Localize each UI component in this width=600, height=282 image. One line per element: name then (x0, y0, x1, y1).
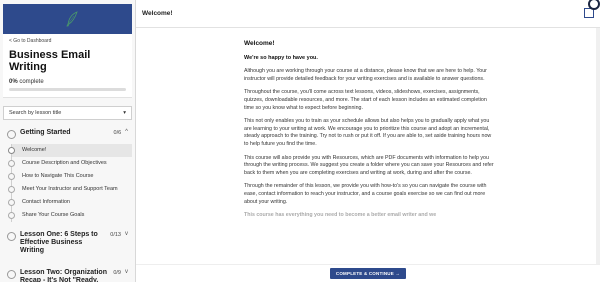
section-header[interactable]: Getting Started 0/6 ^ (3, 124, 132, 144)
section-count: 0/13 (110, 232, 121, 238)
back-link-label: < Go to Dashboard (9, 38, 52, 44)
section-count: 0/6 (113, 130, 122, 136)
section-status-icon (7, 232, 16, 241)
section-header[interactable]: Lesson One: 6 Steps to Effective Busines… (3, 226, 132, 260)
lesson-label: Contact Information (22, 199, 70, 205)
lesson-label: How to Navigate This Course (22, 173, 94, 179)
section-title: Getting Started (20, 129, 71, 136)
lesson-item[interactable]: How to Navigate This Course (8, 170, 132, 183)
content-paragraph: Although you are working through your co… (244, 68, 487, 82)
lesson-label: Welcome! (22, 147, 47, 153)
course-title: Business Email Writing (9, 49, 91, 73)
content-paragraph: Through the remainder of this lesson, we… (244, 183, 487, 205)
lesson-main: Welcome! Welcome! We're so happy to have… (136, 0, 600, 282)
complete-continue-button[interactable]: COMPLETE & CONTINUE → (329, 268, 407, 279)
app-root: < Go to Dashboard Business Email Writing… (0, 0, 600, 282)
lesson-status-icon (8, 160, 15, 167)
content-heading: Welcome! (244, 40, 275, 47)
chevron-down-icon: v (125, 231, 128, 237)
course-header-card: < Go to Dashboard Business Email Writing… (3, 34, 132, 98)
lesson-topbar: Welcome! (136, 0, 600, 28)
lesson-title: Welcome! (142, 10, 173, 17)
lesson-item[interactable]: Share Your Course Goals (8, 209, 132, 222)
lesson-content: Welcome! We're so happy to have you. Alt… (244, 40, 494, 226)
quill-logo-icon (66, 11, 78, 27)
lesson-status-icon (8, 199, 15, 206)
section-status-icon (7, 130, 16, 139)
content-paragraph: Throughout the course, you'll come acros… (244, 89, 487, 111)
course-sidebar: < Go to Dashboard Business Email Writing… (0, 0, 136, 282)
lesson-item[interactable]: Meet Your Instructor and Support Team (8, 183, 132, 196)
content-paragraph: This not only enables you to train as yo… (244, 118, 492, 147)
search-placeholder: Search by lesson title (9, 110, 62, 116)
content-paragraph: This course will also provide you with R… (244, 154, 494, 176)
lesson-item[interactable]: Welcome! (8, 144, 132, 157)
chevron-up-icon: ^ (125, 129, 128, 135)
lesson-search-select[interactable]: Search by lesson title ▾ (3, 106, 132, 120)
section-getting-started: Getting Started 0/6 ^ Welcome! Course De… (3, 124, 132, 222)
progress-text: 0% complete (9, 79, 126, 85)
lesson-label: Course Description and Objectives (22, 160, 107, 166)
lesson-status-icon (8, 173, 15, 180)
scrollbar[interactable] (596, 28, 600, 264)
content-subheading: We're so happy to have you. (244, 54, 318, 61)
section-lesson-one: Lesson One: 6 Steps to Effective Busines… (3, 226, 132, 260)
content-paragraph-cut: This course has everything you need to b… (244, 212, 437, 219)
section-status-icon (7, 270, 16, 279)
lesson-status-icon (8, 212, 15, 219)
lesson-list: Welcome! Course Description and Objectiv… (8, 144, 132, 222)
lesson-label: Share Your Course Goals (22, 212, 85, 218)
progress-label: complete (19, 79, 44, 85)
go-to-dashboard-link[interactable]: < Go to Dashboard (9, 38, 126, 44)
chevron-down-icon: v (125, 269, 128, 275)
caret-down-icon: ▾ (123, 110, 126, 116)
lesson-status-icon (8, 186, 15, 193)
section-header[interactable]: Lesson Two: Organization Recap - It's No… (3, 264, 132, 282)
section-lesson-two: Lesson Two: Organization Recap - It's No… (3, 264, 132, 282)
section-title: Lesson One: 6 Steps to Effective Busines… (20, 231, 98, 254)
section-count: 0/9 (113, 270, 121, 276)
lesson-item[interactable]: Contact Information (8, 196, 132, 209)
lesson-label: Meet Your Instructor and Support Team (22, 186, 118, 192)
lesson-item[interactable]: Course Description and Objectives (8, 157, 132, 170)
brand-header (3, 4, 132, 34)
section-title: Lesson Two: Organization Recap - It's No… (20, 269, 107, 282)
progress-percent: 0% (9, 79, 18, 85)
progress-bar (9, 88, 126, 91)
lesson-footer: COMPLETE & CONTINUE → (136, 264, 600, 282)
lesson-status-icon (8, 147, 15, 154)
